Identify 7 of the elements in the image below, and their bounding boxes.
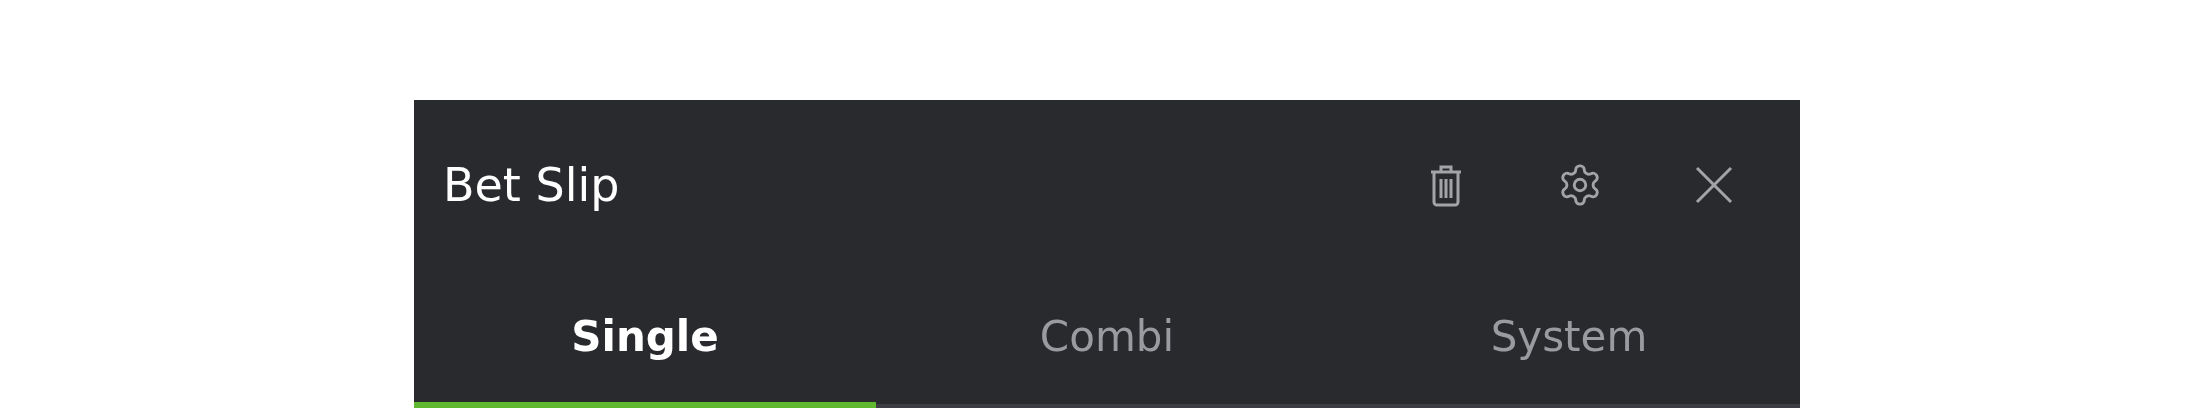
- close-button[interactable]: [1694, 165, 1734, 205]
- trash-icon: [1428, 163, 1464, 207]
- tab[interactable]: Single: [414, 270, 876, 408]
- close-icon: [1695, 166, 1733, 204]
- tab[interactable]: Combi: [876, 270, 1338, 408]
- panel-title: Bet Slip: [443, 156, 621, 214]
- tab[interactable]: System: [1338, 270, 1800, 408]
